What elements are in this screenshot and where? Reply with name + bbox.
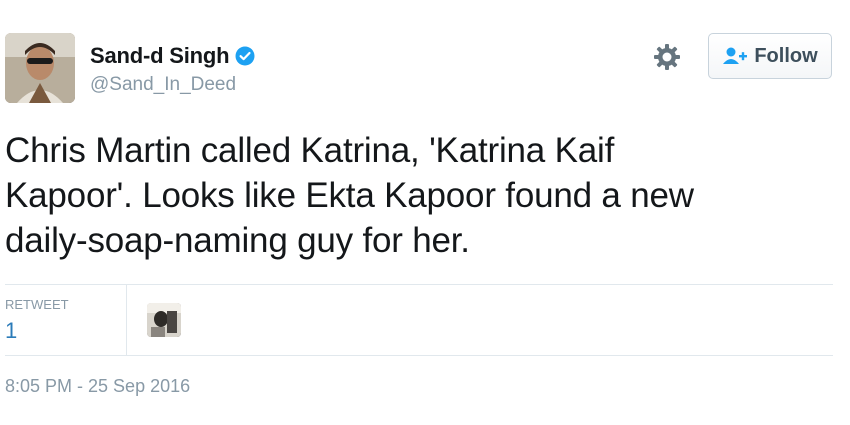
verified-badge-icon xyxy=(235,46,255,66)
retweet-count: 1 xyxy=(5,318,18,343)
retweeter-avatar[interactable] xyxy=(147,303,181,337)
tweet-card: Sand-d Singh @Sand_In_Deed Follow Chris … xyxy=(0,0,850,425)
stats-divider xyxy=(126,285,127,355)
retweet-label: RETWEET xyxy=(5,297,69,312)
author-avatar[interactable] xyxy=(5,33,75,103)
retweet-stat[interactable]: RETWEET 1 xyxy=(5,297,69,344)
author-username[interactable]: @Sand_In_Deed xyxy=(90,74,255,96)
retweeter-avatar-image xyxy=(147,303,181,337)
follow-button[interactable]: Follow xyxy=(708,33,832,79)
fullname-row: Sand-d Singh xyxy=(90,42,255,70)
follow-user-icon xyxy=(723,47,748,64)
tweet-text: Chris Martin called Katrina, 'Katrina Ka… xyxy=(5,131,694,260)
author-fullname[interactable]: Sand-d Singh xyxy=(90,43,230,69)
tweet-timestamp[interactable]: 8:05 PM - 25 Sep 2016 xyxy=(5,376,190,397)
gear-icon[interactable] xyxy=(652,42,682,72)
follow-button-label: Follow xyxy=(754,44,818,67)
avatar-image xyxy=(5,33,75,103)
tweet-stats: RETWEET 1 xyxy=(5,284,833,356)
author-block: Sand-d Singh @Sand_In_Deed xyxy=(90,42,255,96)
